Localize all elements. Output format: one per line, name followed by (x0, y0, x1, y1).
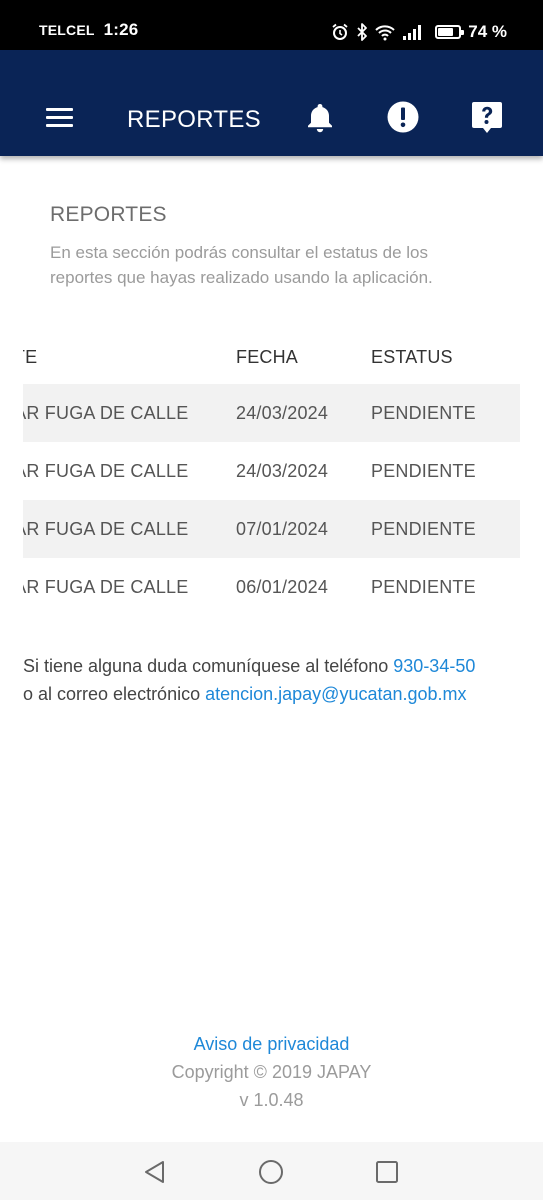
alert-icon (386, 100, 420, 134)
back-button[interactable] (141, 1158, 169, 1186)
contact-phone-text: Si tiene alguna duda comuníquese al telé… (23, 656, 394, 676)
battery-percent: 74 % (468, 22, 507, 41)
back-icon (141, 1158, 169, 1186)
report-status: PENDIENTE (371, 402, 476, 423)
privacy-link[interactable]: Aviso de privacidad (0, 1030, 543, 1058)
report-date: 07/01/2024 (236, 518, 329, 539)
status-bar: TELCEL 1:26 74 % (0, 0, 543, 50)
contact-info: Si tiene alguna duda comuníquese al telé… (23, 652, 533, 708)
recents-icon (373, 1158, 401, 1186)
bluetooth-icon (356, 23, 368, 41)
app-header: REPORTES (0, 50, 543, 156)
status-left: TELCEL 1:26 (39, 20, 138, 40)
table-row[interactable]: RAR FUGA DE CALLE 06/01/2024 PENDIENTE (23, 558, 520, 615)
copyright-text: Copyright © 2019 JAPAY (171, 1062, 372, 1082)
report-date: 06/01/2024 (236, 576, 329, 597)
table-row[interactable]: RAR FUGA DE CALLE 07/01/2024 PENDIENTE (23, 500, 520, 558)
email-link[interactable]: atencion.japay@yucatan.gob.mx (205, 684, 466, 704)
contact-email-text: o al correo electrónico (23, 684, 206, 704)
recents-button[interactable] (373, 1158, 401, 1186)
notifications-button[interactable] (303, 100, 337, 134)
table-header-row: RTE FECHA ESTATUS (23, 330, 520, 384)
table-row[interactable]: RAR FUGA DE CALLE 24/03/2024 PENDIENTE (23, 384, 520, 442)
table-row[interactable]: RAR FUGA DE CALLE 24/03/2024 PENDIENTE (23, 442, 520, 500)
version-text: v 1.0.48 (239, 1090, 304, 1110)
reports-table[interactable]: RTE FECHA ESTATUS RAR FUGA DE CALLE 24/0… (23, 330, 520, 615)
footer: Aviso de privacidad Copyright © 2019 JAP… (0, 1030, 543, 1114)
report-name: RAR FUGA DE CALLE (23, 402, 189, 423)
column-header-fecha: FECHA (236, 346, 299, 367)
section-title: REPORTES (50, 203, 167, 226)
alerts-button[interactable] (386, 100, 420, 134)
reports-table-content: RTE FECHA ESTATUS RAR FUGA DE CALLE 24/0… (23, 330, 520, 615)
report-status: PENDIENTE (371, 518, 476, 539)
report-name: RAR FUGA DE CALLE (23, 576, 189, 597)
help-button[interactable] (470, 100, 504, 134)
home-icon (257, 1158, 285, 1186)
wifi-icon (375, 23, 395, 41)
menu-icon-bar (46, 124, 73, 127)
column-header-estatus: ESTATUS (371, 346, 453, 367)
battery-fill (438, 28, 454, 36)
status-time: 1:26 (103, 20, 139, 39)
column-header-reporte: RTE (23, 346, 38, 367)
report-name: RAR FUGA DE CALLE (23, 460, 189, 481)
carrier-name: TELCEL (39, 22, 95, 38)
report-status: PENDIENTE (371, 460, 476, 481)
menu-icon-bar (46, 116, 73, 119)
battery-icon (435, 25, 465, 39)
bell-icon (303, 100, 337, 134)
report-date: 24/03/2024 (236, 402, 329, 423)
report-status: PENDIENTE (371, 576, 476, 597)
home-button[interactable] (257, 1158, 285, 1186)
menu-button[interactable] (44, 105, 76, 129)
signal-icon (402, 23, 422, 41)
report-name: RAR FUGA DE CALLE (23, 518, 189, 539)
header-title: REPORTES (127, 106, 261, 133)
help-icon (470, 100, 504, 134)
phone-link[interactable]: 930-34-50 (393, 656, 475, 676)
navigation-bar (0, 1142, 543, 1200)
section-description: En esta sección podrás consultar el esta… (50, 243, 433, 287)
report-date: 24/03/2024 (236, 460, 329, 481)
menu-icon-bar (46, 108, 73, 111)
status-right: 74 % (331, 18, 507, 46)
alarm-icon (331, 23, 349, 41)
